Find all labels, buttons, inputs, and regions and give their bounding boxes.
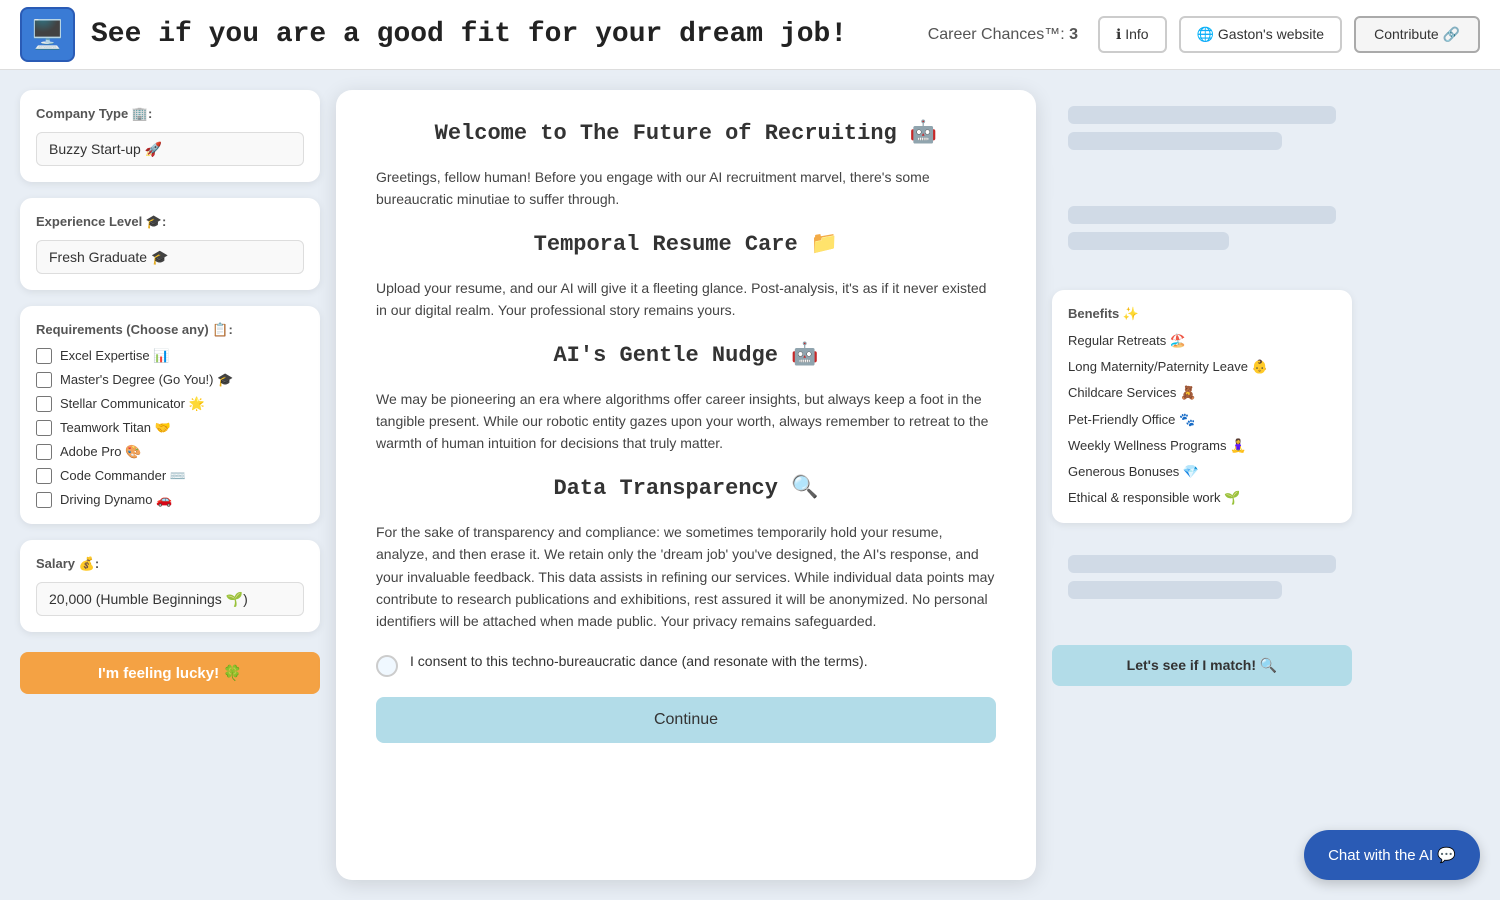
app-title: See if you are a good fit for your dream… [91,19,928,50]
list-item: Weekly Wellness Programs 🧘‍♀️ [1068,437,1336,455]
communicator-checkbox[interactable] [36,396,52,412]
logo-emoji: 🖥️ [30,18,65,51]
benefits-list: Regular Retreats 🏖️ Long Maternity/Pater… [1068,332,1336,507]
continue-button[interactable]: Continue [376,697,996,743]
experience-select[interactable]: Fresh Graduate 🎓 Junior Mid-level Senior [36,240,304,274]
code-checkbox[interactable] [36,468,52,484]
list-item: Generous Bonuses 💎 [1068,463,1336,481]
company-type-select[interactable]: Buzzy Start-up 🚀 Corporate Giant Non-pro… [36,132,304,166]
masters-checkbox[interactable] [36,372,52,388]
benefits-card: Benefits ✨ Regular Retreats 🏖️ Long Mate… [1052,290,1352,523]
excel-checkbox[interactable] [36,348,52,364]
lucky-button[interactable]: I'm feeling lucky! 🍀 [20,652,320,694]
shimmer-bar [1068,106,1336,124]
consent-checkbox[interactable] [376,655,398,677]
info-button[interactable]: ℹ Info [1098,16,1167,53]
modal-section1-title: Temporal Resume Care 📁 [376,231,996,257]
right-shimmer-top [1052,90,1352,174]
app-logo: 🖥️ [20,7,75,62]
requirements-card: Requirements (Choose any) 📋: Excel Exper… [20,306,320,524]
header: 🖥️ See if you are a good fit for your dr… [0,0,1500,70]
list-item: Childcare Services 🧸 [1068,384,1336,402]
salary-select[interactable]: 20,000 (Humble Beginnings 🌱) 40,000 60,0… [36,582,304,616]
salary-card: Salary 💰: 20,000 (Humble Beginnings 🌱) 4… [20,540,320,632]
list-item: Ethical & responsible work 🌱 [1068,489,1336,507]
right-panel: Benefits ✨ Regular Retreats 🏖️ Long Mate… [1052,90,1352,880]
list-item[interactable]: Stellar Communicator 🌟 [36,396,304,412]
shimmer-bar [1068,581,1282,599]
driving-checkbox[interactable] [36,492,52,508]
modal-intro: Greetings, fellow human! Before you enga… [376,166,996,211]
experience-label: Experience Level 🎓: [36,214,304,230]
requirements-list: Excel Expertise 📊 Master's Degree (Go Yo… [36,348,304,508]
shimmer-bar [1068,206,1336,224]
list-item[interactable]: Adobe Pro 🎨 [36,444,304,460]
list-item[interactable]: Teamwork Titan 🤝 [36,420,304,436]
company-type-card: Company Type 🏢: Buzzy Start-up 🚀 Corpora… [20,90,320,182]
benefits-label: Benefits ✨ [1068,306,1336,322]
header-right: Career Chances™: 3 ℹ Info 🌐 Gaston's web… [928,16,1480,53]
career-chances: Career Chances™: 3 [928,26,1078,44]
left-panel: Company Type 🏢: Buzzy Start-up 🚀 Corpora… [20,90,320,880]
welcome-modal: Welcome to The Future of Recruiting 🤖 Gr… [336,90,1036,880]
modal-section3-title: Data Transparency 🔍 [376,475,996,501]
chat-button[interactable]: Chat with the AI 💬 [1304,830,1480,880]
list-item: Long Maternity/Paternity Leave 👶 [1068,358,1336,376]
right-shimmer-bottom [1052,539,1352,629]
modal-section2-title: AI's Gentle Nudge 🤖 [376,342,996,368]
list-item[interactable]: Driving Dynamo 🚗 [36,492,304,508]
modal-section3-text: For the sake of transparency and complia… [376,521,996,633]
adobe-checkbox[interactable] [36,444,52,460]
teamwork-checkbox[interactable] [36,420,52,436]
website-button[interactable]: 🌐 Gaston's website [1179,16,1343,53]
main-layout: Company Type 🏢: Buzzy Start-up 🚀 Corpora… [0,70,1500,900]
modal-section2-text: We may be pioneering an era where algori… [376,388,996,455]
requirements-label: Requirements (Choose any) 📋: [36,322,304,338]
company-type-label: Company Type 🏢: [36,106,304,122]
shimmer-bar [1068,132,1282,150]
list-item[interactable]: Master's Degree (Go You!) 🎓 [36,372,304,388]
match-button[interactable]: Let's see if I match! 🔍 [1052,645,1352,686]
list-item[interactable]: Excel Expertise 📊 [36,348,304,364]
modal-main-title: Welcome to The Future of Recruiting 🤖 [376,120,996,146]
list-item: Regular Retreats 🏖️ [1068,332,1336,350]
contribute-button[interactable]: Contribute 🔗 [1354,16,1480,53]
shimmer-bar [1068,555,1336,573]
modal-section1-text: Upload your resume, and our AI will give… [376,277,996,322]
right-shimmer-middle [1052,190,1352,274]
consent-row: I consent to this techno-bureaucratic da… [376,653,996,677]
list-item[interactable]: Code Commander ⌨️ [36,468,304,484]
list-item: Pet-Friendly Office 🐾 [1068,411,1336,429]
shimmer-bar [1068,232,1229,250]
consent-label: I consent to this techno-bureaucratic da… [410,653,868,669]
salary-label: Salary 💰: [36,556,304,572]
experience-level-card: Experience Level 🎓: Fresh Graduate 🎓 Jun… [20,198,320,290]
